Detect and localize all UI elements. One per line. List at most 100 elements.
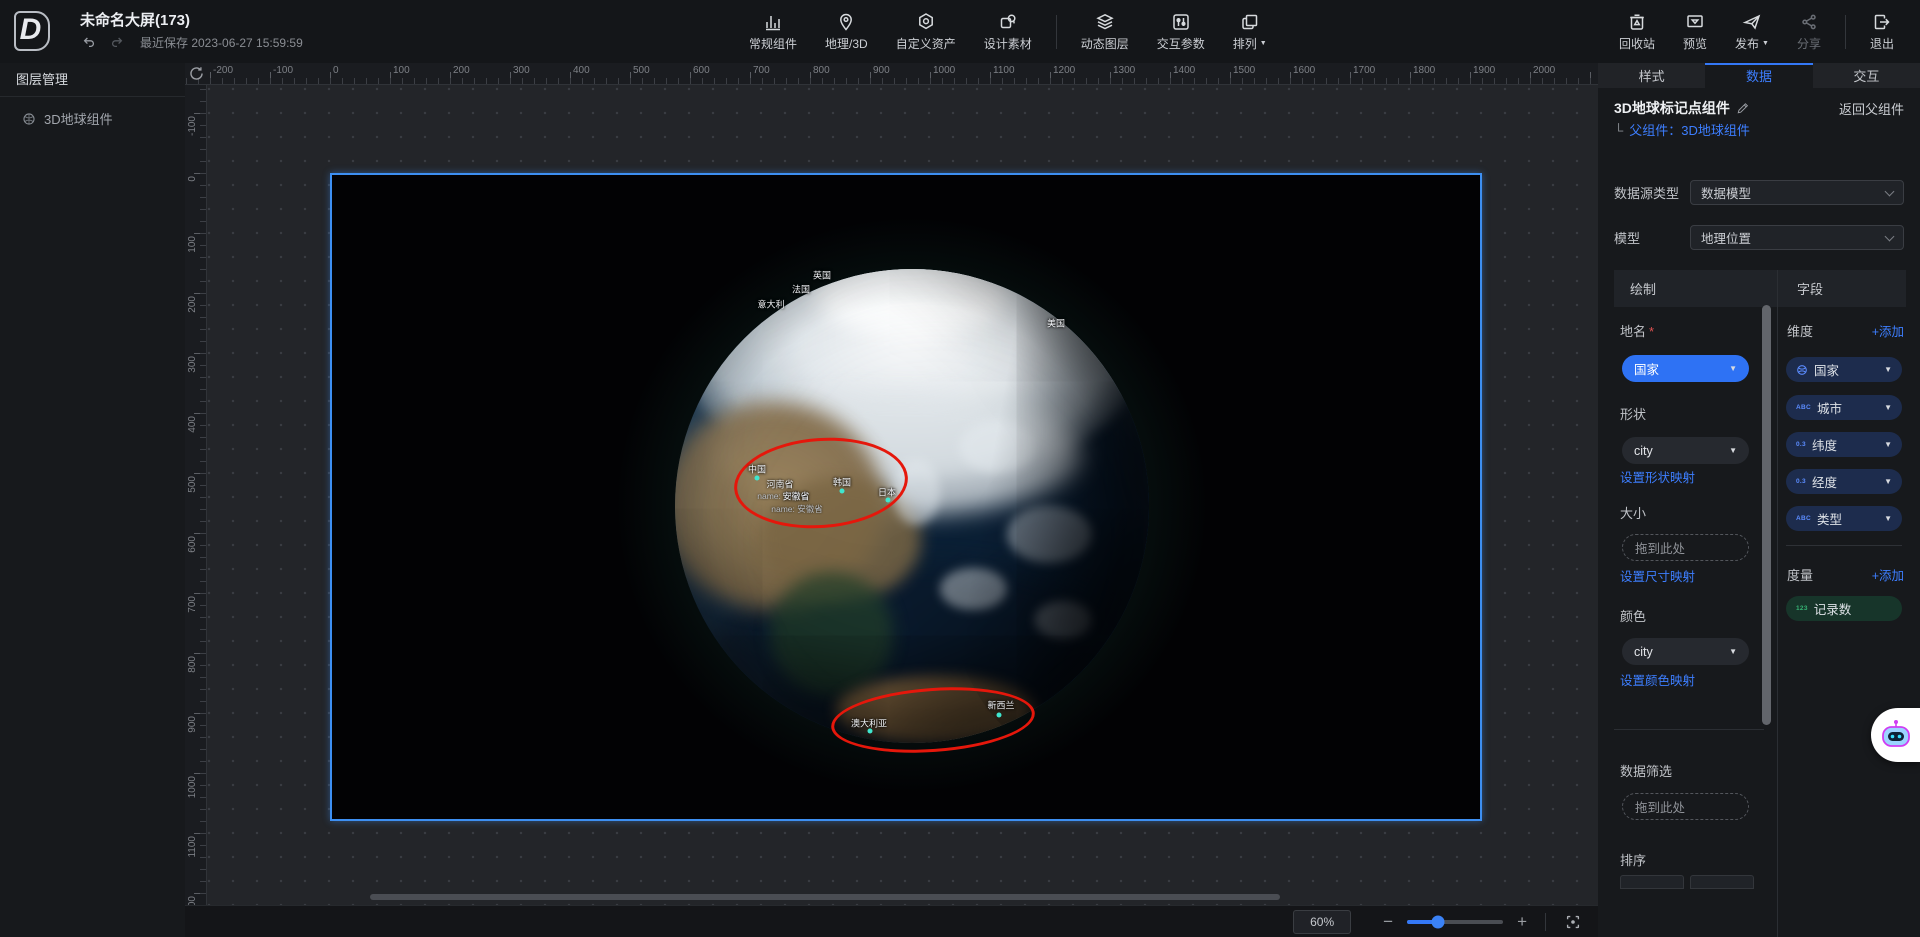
ai-assistant-button[interactable]: [1871, 708, 1920, 762]
draw-column-scrollbar[interactable]: [1762, 305, 1771, 725]
chevron-down-icon: [1885, 231, 1895, 241]
component-title: 3D地球标记点组件: [1614, 98, 1730, 118]
layers-icon: [1095, 12, 1115, 32]
tool-custom-assets[interactable]: 自定义资产: [882, 6, 970, 58]
zoom-out-button[interactable]: −: [1383, 913, 1393, 930]
screen-title[interactable]: 未命名大屏(173): [80, 9, 190, 30]
tool-label: 动态图层: [1081, 35, 1129, 52]
tool-arrange[interactable]: 排列▼: [1219, 6, 1281, 58]
color-mapping-link[interactable]: 设置颜色映射: [1620, 670, 1695, 689]
refresh-icon[interactable]: [188, 65, 205, 82]
tool-label: 分享: [1797, 35, 1821, 52]
dimension-pill-longitude[interactable]: 0.3 经度 ▼: [1786, 469, 1902, 494]
tool-interaction-params[interactable]: 交互参数: [1143, 6, 1219, 58]
geo-name-select[interactable]: 国家▼: [1622, 355, 1749, 382]
tool-publish[interactable]: 发布▼: [1721, 6, 1783, 58]
toolbar-center: 常规组件 地理/3D 自定义资产 设计素材 动态图层 交互参数: [735, 0, 1281, 63]
app-logo[interactable]: D: [10, 9, 54, 53]
zoom-slider-thumb[interactable]: [1431, 915, 1444, 928]
shape-select[interactable]: city▼: [1622, 437, 1749, 464]
tool-label: 发布▼: [1735, 35, 1769, 52]
dimension-pill-city[interactable]: ABC 城市 ▼: [1786, 395, 1902, 420]
field-name: 纬度: [1812, 435, 1837, 454]
canvas-horizontal-scrollbar[interactable]: [370, 894, 1280, 900]
tool-label: 地理/3D: [825, 35, 868, 52]
color-label: 颜色: [1620, 606, 1646, 625]
layer-item-3d-earth[interactable]: 3D地球组件: [0, 97, 185, 140]
add-dimension-link[interactable]: +添加: [1872, 321, 1904, 340]
zoom-level-input[interactable]: 60%: [1293, 910, 1351, 934]
section-fields[interactable]: 字段: [1797, 279, 1823, 298]
marker-dot[interactable]: [840, 489, 845, 494]
ruler-number: 900: [187, 716, 198, 733]
sort-field-select[interactable]: [1620, 875, 1684, 889]
ruler-number: 800: [813, 65, 830, 76]
hexagon-asset-icon: [916, 12, 936, 32]
tool-exit[interactable]: 退出: [1856, 6, 1908, 58]
geo-name-label: 地名*: [1620, 321, 1654, 340]
string-field-icon: ABC: [1796, 515, 1811, 522]
size-dropzone[interactable]: 拖到此处: [1622, 534, 1749, 561]
tool-dynamic-layers[interactable]: 动态图层: [1067, 6, 1143, 58]
tool-standard-components[interactable]: 常规组件: [735, 6, 811, 58]
tool-label: 预览: [1683, 35, 1707, 52]
dimension-pill-country[interactable]: 国家 ▼: [1786, 357, 1902, 382]
select-value: city: [1634, 645, 1653, 659]
ruler-number: 1300: [1113, 65, 1135, 76]
ruler-number: 1400: [1173, 65, 1195, 76]
tool-recycle-bin[interactable]: 回收站: [1605, 6, 1669, 58]
chevron-down-icon: ▼: [1729, 446, 1737, 455]
string-field-icon: ABC: [1796, 404, 1811, 411]
dimension-pill-latitude[interactable]: 0.3 纬度 ▼: [1786, 432, 1902, 457]
tool-design-assets[interactable]: 设计素材: [970, 6, 1046, 58]
zoom-in-button[interactable]: +: [1517, 913, 1527, 930]
ruler-number: 1000: [933, 65, 955, 76]
color-select[interactable]: city ▼: [1622, 638, 1749, 665]
geo-label: 英国: [813, 269, 831, 282]
design-artboard[interactable]: name: 河南省name: 安徽省英国法国意大利美国中国河南省安徽省韩国日本新…: [330, 173, 1482, 821]
back-to-parent-link[interactable]: 返回父组件: [1839, 99, 1904, 118]
tab-data[interactable]: 数据: [1705, 63, 1812, 88]
ruler-number: 1200: [1053, 65, 1075, 76]
select-value: 地理位置: [1701, 228, 1751, 247]
add-measure-link[interactable]: +添加: [1872, 565, 1904, 584]
field-name: 类型: [1817, 509, 1842, 528]
ruler-number: 1100: [993, 65, 1015, 76]
ruler-number: -100: [187, 116, 198, 136]
ruler-number: 100: [393, 65, 410, 76]
tool-geo-3d[interactable]: 地理/3D: [811, 6, 882, 58]
datasource-type-row: 数据源类型 数据模型: [1614, 180, 1904, 205]
section-draw[interactable]: 绘制: [1630, 279, 1656, 298]
parent-component-link[interactable]: 父组件：3D地球组件: [1629, 123, 1750, 138]
tool-preview[interactable]: 预览: [1669, 6, 1721, 58]
layers-sidebar-title: 图层管理: [0, 63, 185, 97]
tab-style[interactable]: 样式: [1598, 63, 1705, 88]
geo-label: 意大利: [757, 298, 784, 311]
redo-icon[interactable]: [108, 33, 126, 51]
share-icon: [1799, 12, 1819, 32]
chevron-down-icon: ▼: [1729, 647, 1737, 656]
marker-dot[interactable]: [886, 498, 891, 503]
shape-mapping-link[interactable]: 设置形状映射: [1620, 467, 1695, 486]
data-filter-dropzone[interactable]: 拖到此处: [1622, 793, 1749, 820]
zoom-slider[interactable]: [1407, 920, 1503, 924]
tab-interaction[interactable]: 交互: [1813, 63, 1920, 88]
save-row: 最近保存 2023-06-27 15:59:59: [80, 33, 303, 51]
fit-to-screen-icon[interactable]: [1564, 913, 1582, 931]
edit-pencil-icon[interactable]: [1736, 102, 1749, 115]
marker-dot[interactable]: [997, 713, 1002, 718]
marker-dot[interactable]: [868, 729, 873, 734]
ruler-number: 1800: [1413, 65, 1435, 76]
datasource-type-select[interactable]: 数据模型: [1690, 180, 1904, 205]
undo-icon[interactable]: [80, 33, 98, 51]
size-mapping-link[interactable]: 设置尺寸映射: [1620, 566, 1695, 585]
sort-order-select[interactable]: [1690, 875, 1754, 889]
measure-pill-record-count[interactable]: 123 记录数: [1786, 596, 1902, 621]
dimension-pill-type[interactable]: ABC 类型 ▼: [1786, 506, 1902, 531]
field-name: 记录数: [1814, 599, 1852, 618]
ruler-number: 0: [333, 65, 339, 76]
model-select[interactable]: 地理位置: [1690, 225, 1904, 250]
arrange-icon: [1240, 12, 1260, 32]
ruler-number: 100: [187, 236, 198, 253]
marker-dot[interactable]: [755, 476, 760, 481]
